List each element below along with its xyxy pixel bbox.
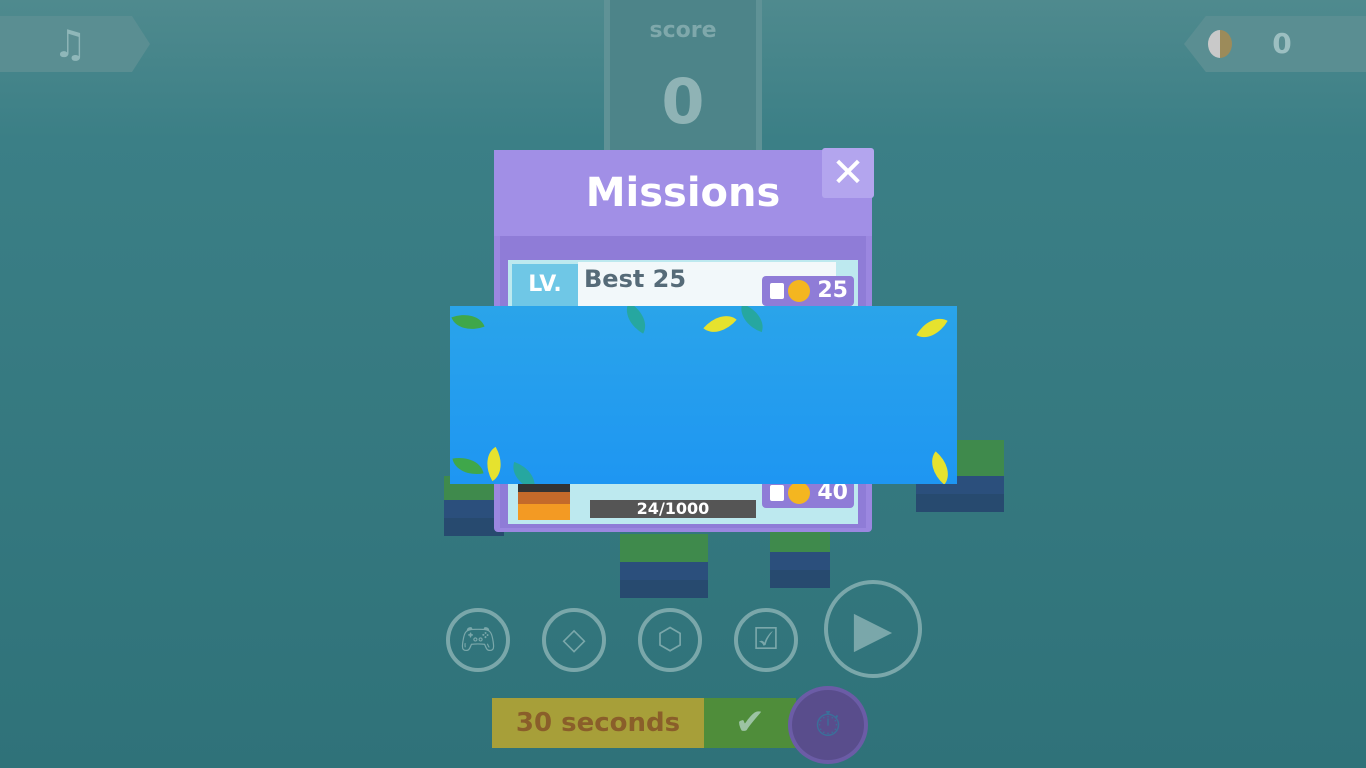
mission-level-badge: LV.: [512, 264, 578, 306]
coin-icon: [787, 280, 810, 302]
mission-reward: 25: [762, 276, 854, 306]
stopwatch-button[interactable]: ⏱: [788, 686, 868, 764]
progress-text: 24/1000: [636, 499, 710, 518]
island-block: [770, 528, 830, 570]
mission-title: Best 25: [584, 265, 687, 293]
close-icon[interactable]: ✕: [831, 150, 865, 196]
lock-icon: [769, 485, 784, 501]
leaf-decoration: [478, 446, 510, 482]
gamepad-button[interactable]: 🎮︎: [446, 608, 510, 672]
leaf-decoration: [735, 306, 769, 333]
coin-icon: [787, 482, 810, 504]
stopwatch-icon: ⏱: [814, 705, 842, 745]
level-label: LV.: [528, 272, 562, 297]
ad-banner[interactable]: [450, 306, 957, 484]
coin-icon: [1208, 30, 1232, 58]
mission-progress-bar: 24/1000: [590, 500, 756, 518]
cube-character-icon: ⬡: [656, 622, 684, 657]
leaf-decoration: [451, 307, 485, 337]
checkmark-icon: ✔: [734, 702, 766, 743]
missions-button[interactable]: ☑: [734, 608, 798, 672]
music-note-icon[interactable]: ♫: [50, 24, 90, 64]
gamepad-icon: 🎮︎: [458, 622, 498, 657]
timer-mode-check[interactable]: ✔: [704, 698, 796, 748]
block-icon: ◇: [562, 622, 586, 657]
leaf-decoration: [618, 306, 654, 334]
play-button[interactable]: ▶: [824, 580, 922, 678]
clipboard-check-icon: ☑: [752, 622, 780, 657]
leaf-decoration: [703, 306, 737, 342]
blocks-button[interactable]: ◇: [542, 608, 606, 672]
leaf-decoration: [916, 310, 948, 346]
lock-icon: [769, 283, 784, 299]
leaf-decoration: [507, 461, 541, 484]
leaf-decoration: [922, 451, 957, 484]
score-value: 0: [661, 65, 705, 138]
reward-amount: 25: [817, 278, 848, 303]
close-button[interactable]: ✕: [822, 148, 874, 198]
characters-button[interactable]: ⬡: [638, 608, 702, 672]
play-icon: ▶: [853, 600, 893, 658]
character-thumbnail: [518, 480, 570, 520]
score-label: score: [649, 18, 717, 43]
coin-count: 0: [1272, 27, 1292, 60]
timer-mode-label[interactable]: 30 seconds: [492, 698, 704, 748]
dialog-title: Missions: [585, 170, 781, 216]
leaf-decoration: [452, 453, 484, 479]
island-block: [620, 534, 708, 580]
